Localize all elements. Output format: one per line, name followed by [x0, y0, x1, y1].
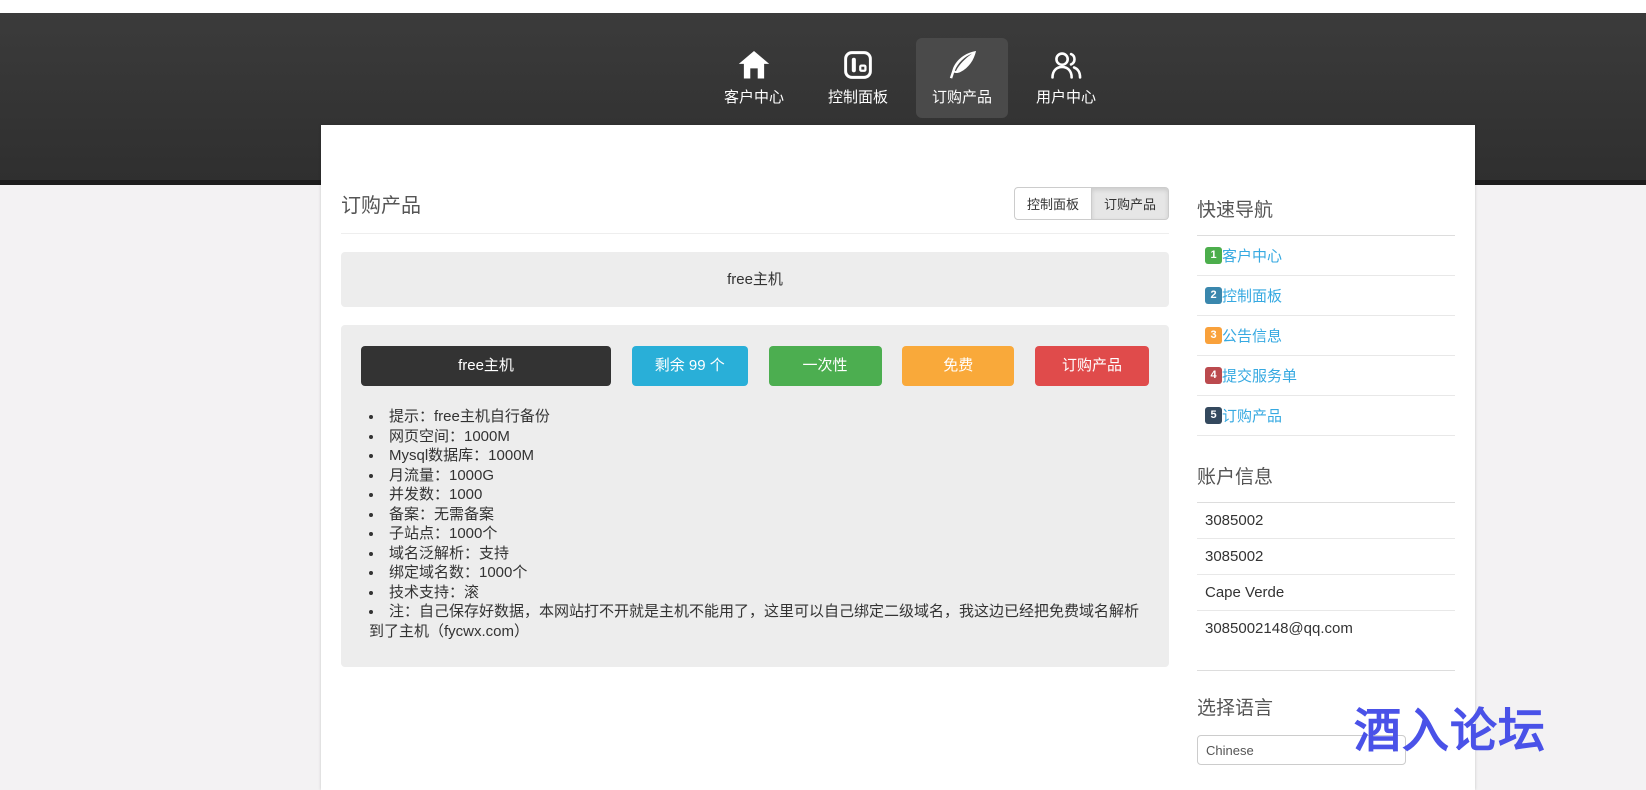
nav-item[interactable]: 用户中心 — [1020, 38, 1112, 118]
product-feature-item: 注：自己保存好数据，本网站打不开就是主机不能用了，这里可以自己绑定二级域名，我这… — [369, 602, 1149, 641]
product-feature-list: 提示：free主机自行备份网页空间：1000MMysql数据库：1000M月流量… — [361, 407, 1149, 641]
quick-nav-number-badge: 2 — [1205, 287, 1222, 304]
quick-nav-item[interactable]: 3 公告信息 — [1197, 316, 1455, 356]
quick-nav-list: 1 客户中心 2 控制面板 3 公告信息 4 提交服务单 5 订购产品 — [1197, 236, 1455, 436]
account-info-section: 账户信息 3085002 3085002 Cape Verde 3085002148@… — [1197, 462, 1455, 646]
nav-item-label: 用户中心 — [1035, 89, 1096, 106]
product-feature-item: 技术支持：滚 — [369, 583, 1149, 603]
main-column: 订购产品 控制面板 订购产品 free主机 free主机 剩余 99 个 一次性 … — [341, 125, 1169, 667]
quick-nav-link[interactable]: 客户中心 — [1222, 245, 1282, 266]
forum-watermark: 酒入论坛 — [1354, 704, 1546, 757]
home-icon — [736, 47, 772, 83]
account-info-title: 账户信息 — [1197, 462, 1455, 503]
top-white-strip — [0, 0, 1646, 13]
product-feature-item: 备案：无需备案 — [369, 505, 1149, 525]
quick-nav-link[interactable]: 公告信息 — [1222, 325, 1282, 346]
quick-nav-link[interactable]: 提交服务单 — [1222, 365, 1297, 386]
product-feature-item: 子站点：1000个 — [369, 524, 1149, 544]
content-card: 订购产品 控制面板 订购产品 free主机 free主机 剩余 99 个 一次性 … — [321, 125, 1475, 790]
account-info-list: 3085002 3085002 Cape Verde 3085002148@qq.co… — [1197, 503, 1455, 646]
view-switch-button-group: 控制面板 订购产品 — [1013, 187, 1169, 220]
product-name-button: free主机 — [361, 346, 611, 386]
account-info-row: 3085002 — [1197, 503, 1455, 539]
product-billing-cycle-badge: 一次性 — [768, 346, 882, 386]
page-header: 订购产品 控制面板 订购产品 — [341, 187, 1169, 234]
sidebar: 快速导航 1 客户中心 2 控制面板 3 公告信息 4 提交服务单 5 订购产品… — [1197, 195, 1455, 765]
nav-item[interactable]: 订购产品 — [916, 38, 1008, 118]
account-info-row: Cape Verde — [1197, 575, 1455, 611]
quill-icon — [944, 47, 980, 83]
quick-nav-title: 快速导航 — [1197, 195, 1455, 236]
account-info-row: 3085002 — [1197, 539, 1455, 575]
nav-item-label: 订购产品 — [931, 89, 992, 106]
view-switch-button[interactable]: 订购产品 — [1091, 187, 1169, 220]
product-feature-item: 域名泛解析：支持 — [369, 544, 1149, 564]
quick-nav-number-badge: 1 — [1205, 247, 1222, 264]
nav-item[interactable]: 控制面板 — [812, 38, 904, 118]
quick-nav-link[interactable]: 订购产品 — [1222, 405, 1282, 426]
quick-nav-item[interactable]: 2 控制面板 — [1197, 276, 1455, 316]
order-product-button[interactable]: 订购产品 — [1035, 346, 1149, 386]
quick-nav-item[interactable]: 1 客户中心 — [1197, 236, 1455, 276]
account-info-row: 3085002148@qq.com — [1205, 620, 1353, 637]
view-switch-button[interactable]: 控制面板 — [1013, 187, 1092, 220]
product-feature-item: Mysql数据库：1000M — [369, 446, 1149, 466]
users-icon — [1048, 47, 1084, 83]
product-stock-badge: 剩余 99 个 — [631, 346, 748, 386]
product-price-badge: 免费 — [902, 346, 1015, 386]
product-feature-item: 月流量：1000G — [369, 466, 1149, 486]
nav-item[interactable]: 客户中心 — [708, 38, 800, 118]
quick-nav-number-badge: 5 — [1205, 407, 1222, 424]
product-feature-item: 网页空间：1000M — [369, 427, 1149, 447]
quick-nav-item[interactable]: 5 订购产品 — [1197, 396, 1455, 436]
product-button-row: free主机 剩余 99 个 一次性 免费 订购产品 — [361, 346, 1149, 386]
quick-nav-number-badge: 3 — [1205, 327, 1222, 344]
dashboard-icon — [840, 47, 876, 83]
product-feature-item: 绑定域名数：1000个 — [369, 563, 1149, 583]
quick-nav-number-badge: 4 — [1205, 367, 1222, 384]
product-feature-item: 提示：free主机自行备份 — [369, 407, 1149, 427]
nav-item-label: 客户中心 — [723, 89, 784, 106]
product-panel: free主机 剩余 99 个 一次性 免费 订购产品 提示：free主机自行备份… — [341, 325, 1169, 667]
page-title: 订购产品 — [341, 195, 421, 217]
product-group-title: free主机 — [341, 252, 1169, 307]
quick-nav-item[interactable]: 4 提交服务单 — [1197, 356, 1455, 396]
nav-item-label: 控制面板 — [827, 89, 888, 106]
main-nav: 客户中心 控制面板 订购产品 用户中心 — [708, 38, 1112, 118]
quick-nav-link[interactable]: 控制面板 — [1222, 285, 1282, 306]
product-feature-item: 并发数：1000 — [369, 485, 1149, 505]
